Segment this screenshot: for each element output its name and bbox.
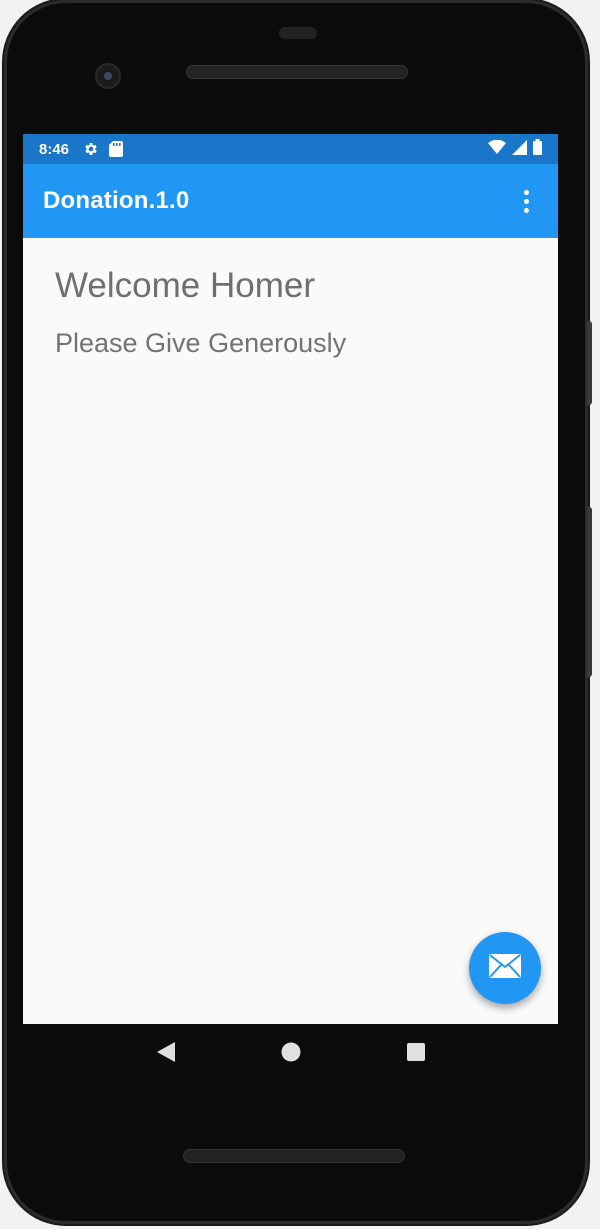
app-screen: 8:46 Donation.1.0 Welcome Homer Please G… bbox=[23, 134, 558, 1024]
top-sensor bbox=[279, 27, 317, 39]
recents-icon[interactable] bbox=[405, 1041, 427, 1068]
gear-icon bbox=[83, 141, 99, 157]
back-icon[interactable] bbox=[155, 1041, 177, 1068]
power-button bbox=[587, 321, 592, 405]
sd-card-icon bbox=[109, 141, 124, 157]
main-content: Welcome Homer Please Give Generously bbox=[23, 238, 558, 385]
wifi-icon bbox=[488, 139, 506, 158]
more-vert-icon[interactable] bbox=[514, 186, 538, 216]
signal-icon bbox=[512, 139, 527, 159]
front-camera-icon bbox=[95, 63, 121, 89]
volume-rocker bbox=[587, 507, 592, 677]
bottom-speaker-grille bbox=[183, 1149, 405, 1163]
top-speaker-grille bbox=[186, 65, 408, 79]
email-fab-button[interactable] bbox=[469, 932, 541, 1004]
battery-icon bbox=[533, 139, 542, 159]
status-bar: 8:46 bbox=[23, 134, 558, 164]
app-title: Donation.1.0 bbox=[43, 187, 190, 214]
system-navigation-bar bbox=[23, 1024, 558, 1084]
welcome-heading: Welcome Homer bbox=[55, 266, 315, 305]
mail-icon bbox=[488, 953, 522, 984]
subtitle-text: Please Give Generously bbox=[55, 328, 347, 358]
status-time: 8:46 bbox=[39, 140, 70, 158]
home-icon[interactable] bbox=[280, 1041, 302, 1068]
status-right-icons bbox=[488, 139, 542, 159]
app-toolbar: Donation.1.0 bbox=[23, 164, 558, 238]
